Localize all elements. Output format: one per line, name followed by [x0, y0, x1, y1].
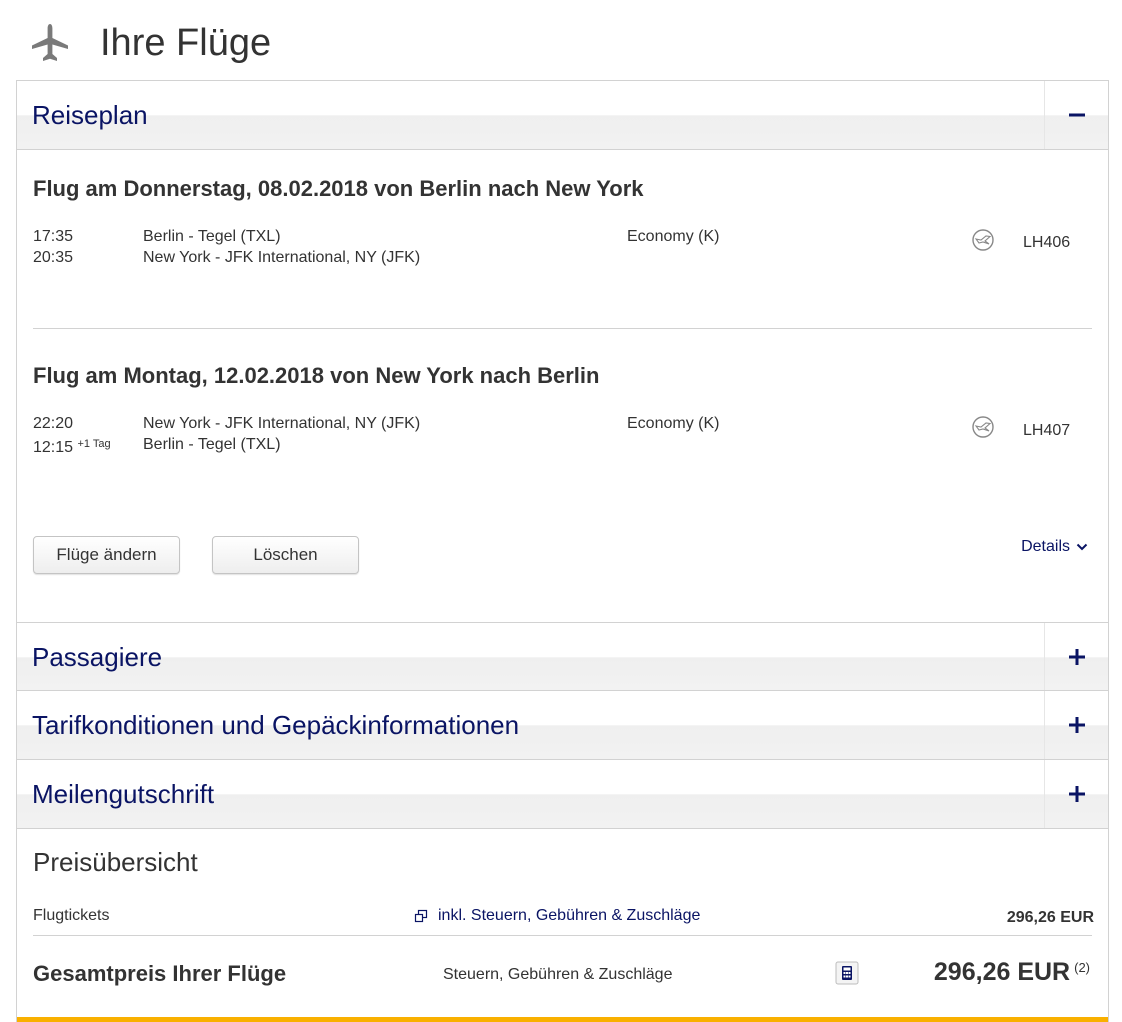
flight-1-number: LH406 — [1023, 234, 1071, 251]
total-label: Gesamtpreis Ihrer Flüge — [33, 961, 287, 986]
miles-credit-panel-header[interactable]: Meilengutschrift — [17, 760, 1108, 828]
miles-credit-title: Meilengutschrift — [32, 778, 215, 809]
flight-2-arrival-time-value: 12:15 — [33, 439, 74, 456]
flight-1-destination: New York - JFK International, NY (JFK) — [143, 249, 421, 266]
total-fees-note: Steuern, Gebühren & Zuschläge — [443, 966, 673, 983]
minus-icon — [1068, 113, 1085, 117]
flight-1-arrival-time: 20:35 — [33, 249, 74, 266]
tickets-price: 296,26 EUR — [1006, 909, 1094, 926]
itinerary-panel: Reiseplan Flug am Donnerstag, 08.02.2018… — [16, 80, 1109, 624]
delete-button[interactable]: Löschen — [212, 536, 359, 574]
flight-2-title: Flug am Montag, 12.02.2018 von New York … — [33, 363, 600, 388]
day-offset-badge: +1 Tag — [77, 438, 111, 450]
flight-2-number: LH407 — [1023, 422, 1071, 439]
change-flights-button[interactable]: Flüge ändern — [33, 536, 180, 574]
fare-conditions-title: Tarifkonditionen und Gepäckinformationen — [32, 709, 520, 740]
passengers-title: Passagiere — [32, 641, 163, 672]
flight-2-destination: Berlin - Tegel (TXL) — [143, 436, 281, 453]
flight-1-origin: Berlin - Tegel (TXL) — [143, 228, 281, 245]
plus-icon — [1068, 786, 1085, 802]
price-overview-title: Preisübersicht — [33, 847, 198, 877]
flight-divider — [33, 328, 1092, 329]
plus-icon — [1068, 717, 1085, 733]
footnote-marker[interactable]: (2) — [1074, 960, 1090, 975]
flight-1-cabin: Economy (K) — [627, 228, 720, 245]
popup-window-icon — [414, 909, 428, 923]
flight-2-cabin: Economy (K) — [627, 415, 720, 432]
tickets-fees-note: inkl. Steuern, Gebühren & Zuschläge — [438, 907, 701, 924]
lufthansa-crane-icon — [971, 415, 995, 439]
price-divider — [33, 935, 1092, 936]
fare-conditions-panel-header[interactable]: Tarifkonditionen und Gepäckinformationen — [17, 691, 1108, 759]
details-link-label: Details — [1021, 538, 1070, 555]
price-overview-panel: Preisübersicht Flugtickets inkl. Steuern… — [16, 828, 1109, 1022]
itinerary-panel-header[interactable]: Reiseplan — [17, 81, 1108, 149]
page-title: Ihre Flüge — [100, 21, 272, 64]
miles-credit-panel: Meilengutschrift — [16, 759, 1109, 829]
itinerary-body: Flug am Donnerstag, 08.02.2018 von Berli… — [17, 149, 1108, 623]
expand-toggle-button[interactable] — [1044, 623, 1108, 691]
chevron-down-icon — [1076, 543, 1088, 551]
flight-1-departure-time: 17:35 — [33, 228, 74, 245]
expand-toggle-button[interactable] — [1044, 760, 1108, 828]
passengers-panel: Passagiere — [16, 622, 1109, 692]
airplane-icon — [28, 21, 72, 65]
total-price: 296,26 EUR — [933, 958, 1071, 986]
total-price-block: 296,26 EUR (2) — [934, 958, 1090, 987]
plus-icon — [1068, 649, 1085, 665]
details-link[interactable]: Details — [1021, 538, 1088, 556]
flight-2-arrival-time: 12:15 +1 Tag — [33, 434, 111, 458]
page-header: Ihre Flüge — [28, 18, 271, 68]
fare-conditions-panel: Tarifkonditionen und Gepäckinformationen — [16, 690, 1109, 760]
passengers-panel-header[interactable]: Passagiere — [17, 623, 1108, 691]
flight-2-departure-time: 22:20 — [33, 415, 74, 432]
tickets-label: Flugtickets — [33, 907, 110, 924]
lufthansa-crane-icon — [971, 228, 995, 252]
accent-bar — [17, 1017, 1108, 1022]
flight-2-origin: New York - JFK International, NY (JFK) — [143, 415, 421, 432]
expand-toggle-button[interactable] — [1044, 691, 1108, 759]
tickets-fees-link[interactable]: inkl. Steuern, Gebühren & Zuschläge — [414, 907, 700, 925]
calculator-icon[interactable] — [835, 961, 859, 985]
flight-1-title: Flug am Donnerstag, 08.02.2018 von Berli… — [33, 176, 644, 201]
collapse-toggle-button[interactable] — [1044, 81, 1108, 149]
itinerary-title: Reiseplan — [32, 99, 148, 130]
